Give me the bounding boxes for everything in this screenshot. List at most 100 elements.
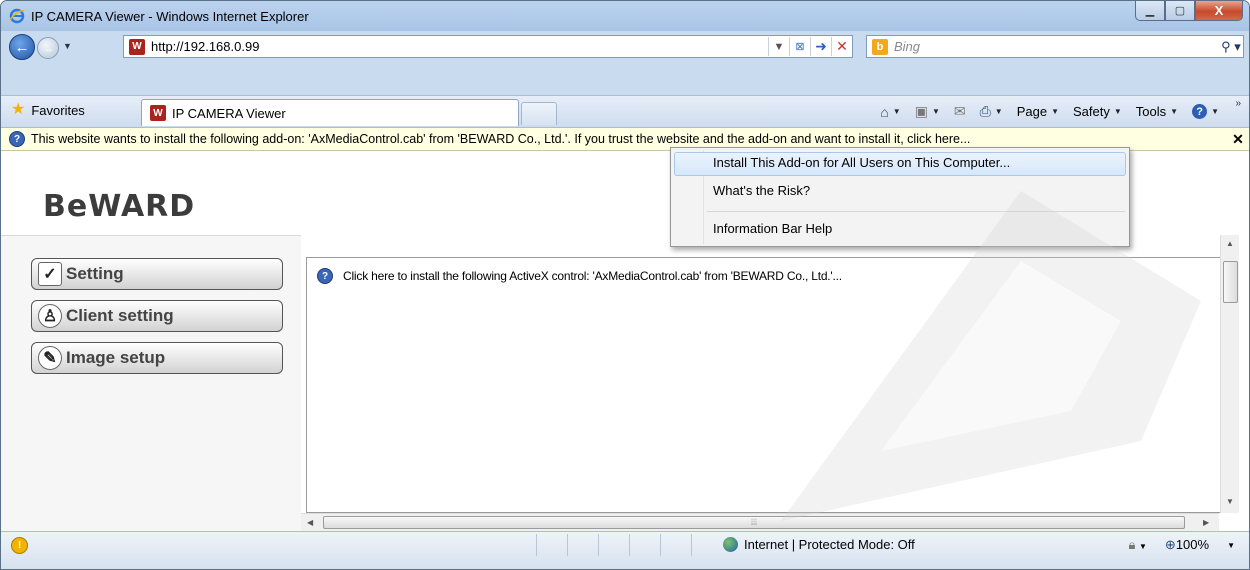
more-commands-chevron-icon[interactable]: » <box>1235 98 1241 109</box>
information-bar-context-menu: Install This Add-on for All Users on Thi… <box>670 147 1130 247</box>
mail-icon: ✉ <box>953 103 966 119</box>
recent-pages-dropdown-icon[interactable]: ▼ <box>63 41 72 51</box>
feeds-icon: ▣ <box>914 103 928 119</box>
security-zone-label: Internet | Protected Mode: Off <box>744 537 915 552</box>
activex-install-prompt[interactable]: ? Click here to install the following Ac… <box>317 268 842 284</box>
help-icon: ? <box>1192 104 1208 119</box>
print-button[interactable]: ⎙ ▼ <box>980 103 1003 120</box>
chevron-down-icon: ▼ <box>892 107 901 116</box>
internet-globe-icon <box>723 537 738 552</box>
safety-menu-label: Safety <box>1073 104 1110 119</box>
printer-icon: ⎙ <box>979 103 991 119</box>
tools-menu[interactable]: Tools ▼ <box>1136 104 1178 119</box>
setting-button[interactable]: ✓ Setting <box>31 258 283 290</box>
setting-button-label: Setting <box>66 264 124 283</box>
back-arrow-icon: ← <box>14 38 30 56</box>
address-tools: ▼ ⊠ ➜ ✕ <box>768 36 852 57</box>
home-button[interactable]: ⌂ ▼ <box>880 104 900 120</box>
title-bar: IP CAMERA Viewer - Windows Internet Expl… <box>1 1 1249 31</box>
information-bar-message[interactable]: This website wants to install the follow… <box>31 132 1227 146</box>
go-icon[interactable]: ➜ <box>810 37 831 56</box>
search-input[interactable]: Bing <box>894 39 1219 54</box>
chevron-down-icon: ▼ <box>1170 107 1179 116</box>
security-zone[interactable]: Internet | Protected Mode: Off <box>723 537 915 552</box>
safety-menu[interactable]: Safety ▼ <box>1073 104 1122 119</box>
page-menu-label: Page <box>1016 104 1048 119</box>
scroll-down-arrow-icon[interactable]: ▼ <box>1226 497 1234 506</box>
image-setup-button-label: Image setup <box>66 348 166 367</box>
menu-item-information-bar-help[interactable]: Information Bar Help <box>713 221 832 236</box>
protected-mode-dropdown[interactable]: 🔒︎ ▼ <box>1128 537 1146 553</box>
address-bar[interactable]: W http://192.168.0.99 ▼ ⊠ ➜ ✕ <box>123 35 853 58</box>
internet-explorer-icon <box>9 8 25 24</box>
stop-icon[interactable]: ✕ <box>831 37 852 56</box>
chevron-down-icon: ▼ <box>1113 107 1122 116</box>
client-setting-button-label: Client setting <box>66 306 174 325</box>
chevron-down-icon: ▼ <box>1139 542 1147 551</box>
lock-icon: 🔒︎ <box>1128 537 1136 552</box>
user-icon: ♙ <box>38 304 62 328</box>
forward-arrow-icon: → <box>42 41 54 55</box>
favorites-star-icon: ★ <box>11 101 26 118</box>
vertical-scroll-thumb[interactable] <box>1223 261 1238 303</box>
chevron-down-icon: ▼ <box>1211 107 1219 116</box>
forward-button[interactable]: → <box>37 37 59 59</box>
check-icon: ✓ <box>38 262 62 286</box>
chevron-down-icon: ▼ <box>994 107 1003 116</box>
horizontal-scrollbar[interactable]: ◀ ⦙⦙⦙ ▶ <box>301 513 1219 531</box>
search-icon[interactable]: ⚲ ▾ <box>1219 39 1243 55</box>
compatibility-view-icon[interactable]: ⊠ <box>789 37 810 56</box>
status-bar: ! Internet | Protected Mode: Off 🔒︎ ▼ ⊕1… <box>1 531 1249 569</box>
minimize-button[interactable]: ▁ <box>1135 1 1165 21</box>
activex-shield-icon: ? <box>317 268 333 284</box>
navigation-bar: ← → ▼ W http://192.168.0.99 ▼ ⊠ ➜ ✕ b Bi… <box>1 31 1249 61</box>
menu-item-install-add-on[interactable]: Install This Add-on for All Users on Thi… <box>713 155 1010 170</box>
tab-label: IP CAMERA Viewer <box>172 105 286 121</box>
status-bar-panels <box>536 534 722 556</box>
info-shield-icon: ? <box>9 131 25 147</box>
help-menu[interactable]: ? ▼ <box>1192 104 1219 119</box>
menu-item-whats-the-risk[interactable]: What's the Risk? <box>713 183 810 198</box>
tab-ip-camera-viewer[interactable]: W IP CAMERA Viewer <box>141 99 519 126</box>
activex-message: Click here to install the following Acti… <box>343 269 842 283</box>
address-input[interactable]: http://192.168.0.99 <box>151 39 768 54</box>
brush-icon: ✎ <box>38 346 62 370</box>
new-tab-button[interactable] <box>521 102 557 125</box>
vertical-scrollbar[interactable]: ▲ ▼ <box>1220 235 1239 513</box>
zoom-control[interactable]: ⊕100% <box>1165 537 1209 553</box>
bing-icon: b <box>872 38 888 55</box>
left-navigation-panel: ✓ Setting ♙ Client setting ✎ Image setup <box>1 235 301 532</box>
site-favicon-icon: W <box>129 38 145 55</box>
page-menu[interactable]: Page ▼ <box>1017 104 1059 119</box>
scroll-left-arrow-icon[interactable]: ◀ <box>307 518 313 527</box>
command-bar-tools: ⌂ ▼ ▣ ▼ ✉ ⎙ ▼ Page ▼ Safety ▼ Tools ▼ ? ▼ <box>880 103 1219 120</box>
browser-window: IP CAMERA Viewer - Windows Internet Expl… <box>0 0 1250 570</box>
status-bar-right: 🔒︎ ▼ ⊕100% ▼ <box>1128 537 1235 553</box>
scroll-up-arrow-icon[interactable]: ▲ <box>1226 239 1234 248</box>
caption-buttons: ▁ ▢ X <box>1135 1 1243 22</box>
search-box[interactable]: b Bing ⚲ ▾ <box>866 35 1244 58</box>
address-dropdown-icon[interactable]: ▼ <box>768 37 789 56</box>
tab-favicon-icon: W <box>150 105 166 121</box>
zoom-icon: ⊕ <box>1164 537 1176 552</box>
image-setup-button[interactable]: ✎ Image setup <box>31 342 283 374</box>
menu-separator <box>707 211 1125 212</box>
page-warning-icon[interactable]: ! <box>11 537 28 554</box>
close-window-button[interactable]: X <box>1195 1 1243 21</box>
maximize-button[interactable]: ▢ <box>1165 1 1195 21</box>
beward-logo: BeWARD <box>43 189 196 224</box>
close-information-bar-button[interactable]: ✕ <box>1227 131 1249 148</box>
chevron-down-icon: ▼ <box>931 107 940 116</box>
scroll-right-arrow-icon[interactable]: ▶ <box>1203 518 1209 527</box>
feeds-button[interactable]: ▣ ▼ <box>915 103 940 120</box>
favorites-button[interactable]: ★ Favorites <box>11 102 85 118</box>
zoom-dropdown-icon[interactable]: ▼ <box>1227 541 1235 550</box>
favorites-label: Favorites <box>31 102 85 118</box>
chevron-down-icon: ▼ <box>1051 107 1060 116</box>
client-setting-button[interactable]: ♙ Client setting <box>31 300 283 332</box>
home-icon: ⌂ <box>880 103 889 120</box>
command-bar: ★ Favorites W IP CAMERA Viewer ⌂ ▼ ▣ ▼ ✉ ⎙… <box>1 95 1249 128</box>
read-mail-button[interactable]: ✉ <box>954 103 966 120</box>
horizontal-scroll-thumb[interactable]: ⦙⦙⦙ <box>323 516 1185 529</box>
back-button[interactable]: ← <box>9 34 35 60</box>
